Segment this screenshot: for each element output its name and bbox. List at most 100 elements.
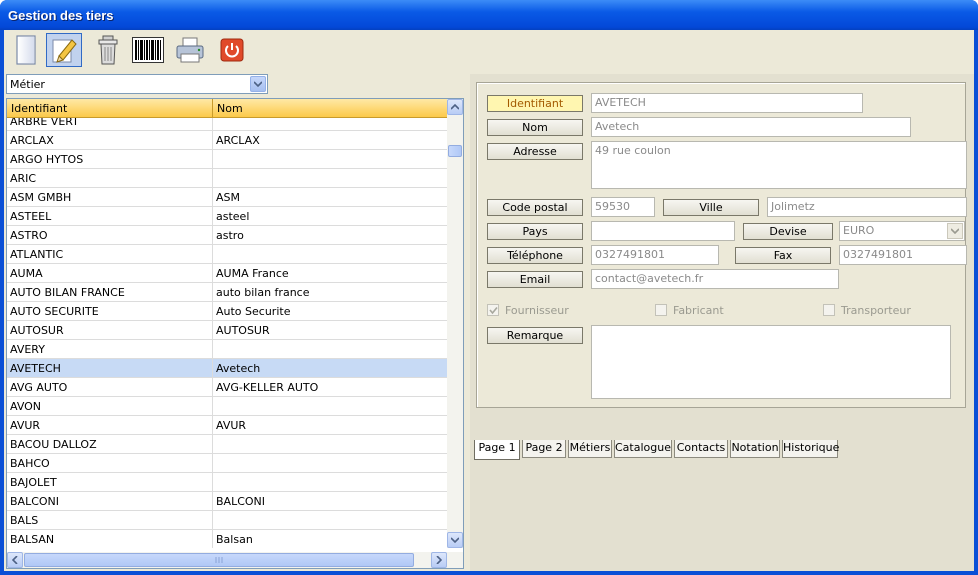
vertical-scrollbar[interactable] [447, 99, 463, 548]
filter-combo[interactable]: Métier [6, 74, 268, 94]
transporteur-checkbox[interactable]: Transporteur [823, 303, 911, 317]
title-bar[interactable]: Gestion des tiers [0, 0, 978, 30]
tab-historique[interactable]: Historique [782, 440, 839, 458]
transporteur-label: Transporteur [841, 303, 911, 317]
detail-form: Identifiant AVETECH Nom Avetech Adresse … [476, 82, 967, 408]
table-row[interactable]: AUMA AUMA France [7, 264, 447, 283]
cell-identifiant: BAHCO [10, 457, 50, 470]
cell-nom: ASM [216, 191, 240, 204]
table-row[interactable]: AVON [7, 397, 447, 416]
cell-identifiant: BALS [10, 514, 39, 527]
cell-identifiant: ASTEEL [10, 210, 52, 223]
table-row[interactable]: ARBRE VERT [7, 118, 447, 131]
label-telephone: Téléphone [487, 247, 583, 264]
table-row[interactable]: ASM GMBH ASM [7, 188, 447, 207]
devise-select[interactable]: EURO [839, 221, 965, 241]
delete-button[interactable] [90, 33, 126, 67]
table-row[interactable]: ASTRO astro [7, 226, 447, 245]
label-devise: Devise [743, 223, 833, 240]
checkbox-box [823, 304, 835, 316]
cell-identifiant: BACOU DALLOZ [10, 438, 97, 451]
ville-field[interactable]: Jolimetz [767, 197, 967, 217]
tab-page-2[interactable]: Page 2 [522, 440, 566, 458]
fabricant-checkbox[interactable]: Fabricant [655, 303, 724, 317]
remarque-field[interactable] [591, 325, 951, 399]
table-row[interactable]: BALCONI BALCONI [7, 492, 447, 511]
label-code-postal: Code postal [487, 199, 583, 216]
scroll-left-icon[interactable] [7, 552, 23, 568]
table-row[interactable]: AUTOSUR AUTOSUR [7, 321, 447, 340]
new-button[interactable] [8, 33, 44, 67]
vertical-scroll-thumb[interactable] [448, 145, 462, 157]
fax-field[interactable]: 0327491801 [839, 245, 967, 265]
tab-notation[interactable]: Notation [730, 440, 780, 458]
column-header-nom[interactable]: Nom [217, 102, 243, 115]
pays-field[interactable] [591, 221, 735, 241]
label-identifiant: Identifiant [487, 95, 583, 112]
table-row[interactable]: ARGO HYTOS [7, 150, 447, 169]
table-row[interactable]: ARCLAX ARCLAX [7, 131, 447, 150]
cell-nom: Avetech [216, 362, 261, 375]
column-header-identifiant[interactable]: Identifiant [11, 102, 67, 115]
grid-header: Identifiant Nom [7, 99, 447, 118]
quit-button[interactable] [214, 33, 250, 67]
table-row[interactable]: AVERY [7, 340, 447, 359]
cell-nom: AVG-KELLER AUTO [216, 381, 319, 394]
table-row[interactable]: BAJOLET [7, 473, 447, 492]
cell-identifiant: AVERY [10, 343, 45, 356]
table-row[interactable]: ATLANTIC [7, 245, 447, 264]
cell-nom: asteel [216, 210, 250, 223]
cell-identifiant: AUTO BILAN FRANCE [10, 286, 125, 299]
label-adresse: Adresse [487, 143, 583, 160]
code-postal-field[interactable]: 59530 [591, 197, 655, 217]
adresse-field[interactable]: 49 rue coulon [591, 141, 967, 189]
label-ville: Ville [663, 199, 759, 216]
chevron-down-icon[interactable] [250, 76, 266, 92]
scroll-right-icon[interactable] [431, 552, 447, 568]
table-row[interactable]: BALS [7, 511, 447, 530]
tab-metiers[interactable]: Métiers [568, 440, 612, 458]
toolbar [4, 30, 974, 70]
edit-button[interactable] [46, 33, 82, 67]
identifiant-field[interactable]: AVETECH [591, 93, 863, 113]
checkbox-box [487, 304, 499, 316]
table-row[interactable]: AVG AUTO AVG-KELLER AUTO [7, 378, 447, 397]
fournisseur-checkbox[interactable]: Fournisseur [487, 303, 569, 317]
main-window: Gestion des tiers Métier Identifiant Nom… [0, 0, 978, 575]
chevron-down-icon[interactable] [947, 223, 963, 239]
table-row[interactable]: ARIC [7, 169, 447, 188]
cell-nom: ARCLAX [216, 134, 260, 147]
table-row[interactable]: AVUR AVUR [7, 416, 447, 435]
print-icon [176, 37, 204, 63]
table-row[interactable]: BALSAN Balsan [7, 530, 447, 548]
scroll-up-icon[interactable] [447, 99, 463, 115]
horizontal-scroll-thumb[interactable] [24, 553, 414, 567]
email-field[interactable]: contact@avetech.fr [591, 269, 839, 289]
telephone-field[interactable]: 0327491801 [591, 245, 719, 265]
cell-identifiant: BALCONI [10, 495, 60, 508]
table-row[interactable]: AUTO BILAN FRANCE auto bilan france [7, 283, 447, 302]
cell-nom: BALCONI [216, 495, 266, 508]
checkbox-box [655, 304, 667, 316]
tab-catalogue[interactable]: Catalogue [614, 440, 672, 458]
print-button[interactable] [172, 33, 208, 67]
delete-icon [98, 35, 118, 65]
label-remarque: Remarque [487, 327, 583, 344]
barcode-button[interactable] [130, 33, 166, 67]
nom-field[interactable]: Avetech [591, 117, 911, 137]
cell-nom: AUMA France [216, 267, 289, 280]
table-row[interactable]: AVETECH Avetech [7, 359, 447, 378]
horizontal-scrollbar[interactable] [7, 552, 463, 568]
table-row[interactable]: BAHCO [7, 454, 447, 473]
scroll-down-icon[interactable] [447, 532, 463, 548]
table-row[interactable]: AUTO SECURITE Auto Securite [7, 302, 447, 321]
tab-contacts[interactable]: Contacts [674, 440, 728, 458]
fabricant-label: Fabricant [673, 303, 724, 317]
cell-nom: AVUR [216, 419, 247, 432]
tiers-grid: Identifiant Nom ARBRE VERT ARCLAX ARCLAX AR… [6, 98, 464, 569]
table-row[interactable]: BACOU DALLOZ [7, 435, 447, 454]
cell-identifiant: ARBRE VERT [10, 118, 79, 128]
tab-page-1[interactable]: Page 1 [474, 440, 520, 460]
table-row[interactable]: ASTEEL asteel [7, 207, 447, 226]
edit-icon [52, 39, 77, 63]
